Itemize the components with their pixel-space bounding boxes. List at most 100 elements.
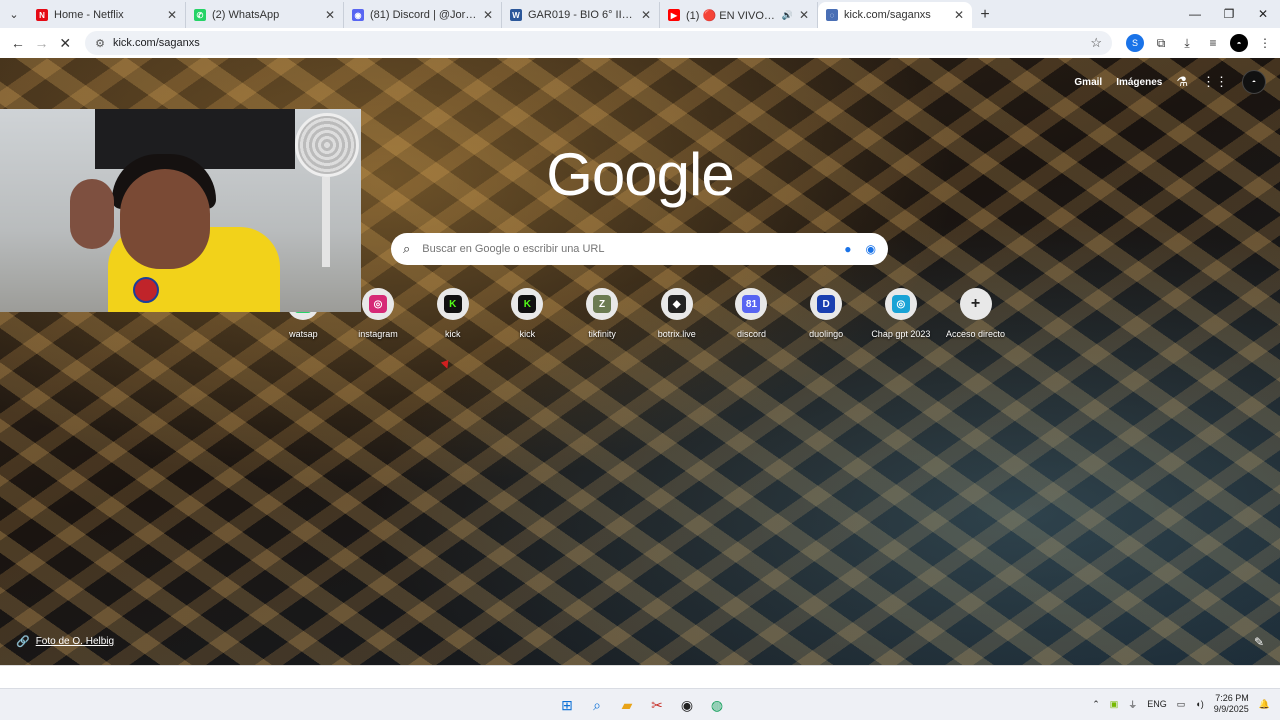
media-queue-icon[interactable]: ≡ (1204, 34, 1222, 52)
mouse-cursor (440, 359, 452, 371)
forward-button[interactable]: → (30, 31, 54, 55)
tab-strip: ⌄ N Home - Netflix ✕ ✆ (2) WhatsApp ✕ ◉ (81) Di… (0, 0, 1280, 28)
notification-bell-icon[interactable]: 🔔 (1259, 699, 1270, 710)
search-taskbar-icon[interactable]: ⌕ (585, 693, 609, 717)
tab-close-icon[interactable]: ✕ (641, 8, 651, 22)
language-indicator[interactable]: ENG (1147, 699, 1167, 709)
shortcut-tile[interactable]: 81 (735, 288, 768, 320)
tab-4[interactable]: ▶ (1) 🔴 EN VIVO | Venezuela 🔊 ✕ (660, 2, 818, 28)
shortcut-tile[interactable]: ◆ (660, 288, 693, 320)
chrome-taskbar-icon[interactable]: ◍ (705, 693, 729, 717)
site-info-icon[interactable]: ⚙ (95, 37, 105, 50)
shortcut-label: instagram (358, 329, 398, 339)
tab-0[interactable]: N Home - Netflix ✕ (28, 2, 186, 28)
wall-poster (95, 109, 295, 169)
voice-search-icon[interactable]: ● (844, 242, 851, 256)
shortcut-label: kick (444, 329, 461, 339)
tab-5[interactable]: ◌ kick.com/saganxs ✕ (818, 2, 972, 28)
shortcut-tile[interactable]: ◎ (884, 288, 917, 320)
lens-search-icon[interactable]: ◉ (866, 242, 876, 256)
tab-close-icon[interactable]: ✕ (325, 8, 335, 22)
netflix-icon: N (36, 9, 48, 21)
download-icon[interactable]: ⤓ (1178, 34, 1196, 52)
stop-loading-button[interactable]: ✕ (53, 31, 77, 55)
shortcut-4[interactable]: Ztikfinity (565, 288, 640, 339)
shortcut-5[interactable]: ◆ botrix.live (639, 288, 714, 339)
shortcut-label: watsap (289, 329, 318, 339)
plus-icon: + (966, 295, 985, 313)
start-icon[interactable]: ⊞ (555, 693, 579, 717)
tab-close-icon[interactable]: ✕ (483, 8, 493, 22)
toolbar-icons: S ⧉ ⤓ ≡ ◓ ⋮ (1125, 34, 1274, 52)
shortcut-3[interactable]: Kkick (490, 288, 565, 339)
shortcut-tile[interactable]: D (810, 288, 843, 320)
system-tray: ⌃ ▣ ⏚ ENG ▭ ◖) 7:26 PM 9/9/2025 🔔 (1092, 693, 1270, 715)
nvidia-icon[interactable]: ▣ (1110, 699, 1119, 710)
tab-close-icon[interactable]: ✕ (167, 8, 177, 22)
snipping-tool-icon[interactable]: ✂ (645, 693, 669, 717)
tab-title: (81) Discord | @JordyXP (370, 9, 477, 21)
photo-credit[interactable]: 🔗 Foto de O. Helbig (16, 635, 114, 648)
shortcut-8[interactable]: ◎ Chap gpt 2023 (864, 288, 939, 339)
tray-chevron-icon[interactable]: ⌃ (1092, 699, 1100, 710)
bookmark-star-icon[interactable]: ☆ (1090, 35, 1102, 51)
person-head (120, 169, 210, 269)
loading-icon: ◌ (826, 9, 838, 21)
shortcut-tile[interactable]: Z (586, 288, 619, 320)
tab-audio-icon[interactable]: 🔊 (782, 10, 793, 21)
gmail-link[interactable]: Gmail (1074, 77, 1102, 88)
menu-icon[interactable]: ⋮ (1256, 34, 1274, 52)
shortcut-label: Acceso directo (946, 329, 1006, 339)
tab-close-icon[interactable]: ✕ (954, 8, 964, 22)
tab-title: (2) WhatsApp (212, 9, 280, 21)
shortcut-tile[interactable]: K (436, 288, 469, 320)
link-icon: 🔗 (16, 636, 30, 648)
back-button[interactable]: ← (6, 31, 30, 55)
word-icon: W (510, 9, 522, 21)
tab-title: Home - Netflix (54, 9, 124, 21)
shortcut-label: Chap gpt 2023 (871, 329, 931, 339)
new-tab-button[interactable]: + (972, 2, 998, 28)
shortcut-7[interactable]: Dduolingo (789, 288, 864, 339)
clock-date: 9/9/2025 (1213, 704, 1249, 714)
account-avatar[interactable]: ◓ (1242, 70, 1266, 94)
taskbar-apps: ⊞ ⌕ ▰ ✂ ◉ ◍ (555, 693, 729, 717)
labs-flask-icon[interactable]: ⚗ (1176, 74, 1188, 90)
images-link[interactable]: Imágenes (1116, 77, 1162, 88)
network-icon[interactable]: ▭ (1177, 699, 1186, 710)
tab-3[interactable]: W GAR019 - BIO 6° III PER.docx ✕ (502, 2, 660, 28)
tab-2[interactable]: ◉ (81) Discord | @JordyXP ✕ (344, 2, 502, 28)
shortcut-tile[interactable]: ◎ (362, 288, 395, 320)
file-explorer-icon[interactable]: ▰ (615, 693, 639, 717)
restore-icon[interactable]: ❐ (1212, 0, 1246, 28)
minimize-icon[interactable]: — (1178, 0, 1212, 28)
window-controls: — ❐ ✕ (1178, 0, 1280, 28)
obs-icon[interactable]: ◉ (675, 693, 699, 717)
shortcut-label: botrix.live (657, 329, 696, 339)
clock[interactable]: 7:26 PM 9/9/2025 (1214, 693, 1249, 715)
extension-icon[interactable]: S (1125, 34, 1144, 52)
volume-icon[interactable]: ◖) (1195, 699, 1203, 709)
usb-icon[interactable]: ⏚ (1128, 698, 1137, 711)
close-window-icon[interactable]: ✕ (1246, 0, 1280, 28)
customize-pencil-icon[interactable]: ✎ (1254, 635, 1264, 649)
tab-1[interactable]: ✆ (2) WhatsApp ✕ (186, 2, 344, 28)
browser-toolbar: ← → ✕ ⚙ kick.com/saganxs ☆ S ⧉ ⤓ ≡ ◓ ⋮ (0, 28, 1280, 58)
search-input[interactable] (422, 243, 837, 255)
shortcut-tile[interactable]: + (959, 288, 992, 320)
address-url[interactable]: kick.com/saganxs (113, 37, 1090, 49)
photo-credit-text[interactable]: Foto de O. Helbig (36, 636, 114, 647)
extensions-puzzle-icon[interactable]: ⧉ (1152, 34, 1170, 52)
tab-close-icon[interactable]: ✕ (799, 8, 809, 22)
tabs-container: N Home - Netflix ✕ ✆ (2) WhatsApp ✕ ◉ (81) Disc… (28, 0, 972, 28)
profile-avatar[interactable]: ◓ (1229, 34, 1248, 52)
address-bar[interactable]: ⚙ kick.com/saganxs ☆ (85, 31, 1112, 55)
shortcut-9[interactable]: + Acceso directo (938, 288, 1013, 339)
tab-search-icon[interactable]: ⌄ (0, 0, 28, 28)
shortcut-2[interactable]: Kkick (415, 288, 490, 339)
search-box[interactable]: ⌕ ● ◉ (391, 233, 888, 265)
shortcut-6[interactable]: 81 discord (714, 288, 789, 339)
shortcut-tile[interactable]: K (511, 288, 544, 320)
discord-icon: 81 (742, 295, 761, 313)
apps-grid-icon[interactable]: ⋮⋮ (1202, 74, 1228, 90)
